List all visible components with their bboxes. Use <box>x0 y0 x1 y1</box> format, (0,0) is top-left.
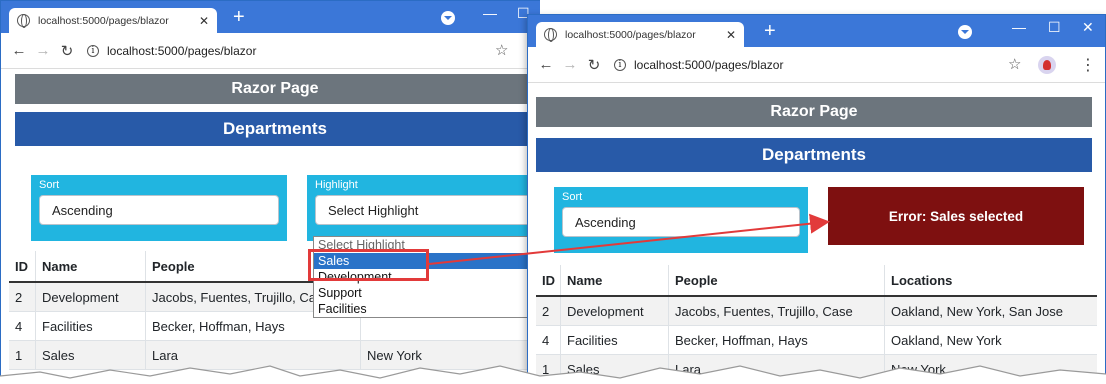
razor-page-header: Razor Page <box>536 97 1092 127</box>
cell-name: Sales <box>35 341 145 369</box>
info-icon[interactable]: i <box>87 44 99 57</box>
cell-locations: New York <box>360 341 540 369</box>
title-bar: localhost:5000/pages/blazor ✕ + — ☐ ✕ <box>528 15 1105 47</box>
dropdown-option[interactable]: Support <box>314 285 527 301</box>
profile-icon[interactable] <box>958 25 972 39</box>
globe-icon <box>17 14 30 28</box>
table-header-row: ID Name People Locations <box>536 265 1097 297</box>
maximize-icon[interactable]: ☐ <box>1048 19 1061 36</box>
cell-id: 2 <box>542 303 550 319</box>
callout-highlight-box <box>308 249 429 281</box>
arrow-left-icon[interactable]: ← <box>534 56 558 73</box>
url-text: localhost:5000/pages/blazor <box>634 57 784 72</box>
page-content: Razor Page Departments Sort Ascending Er… <box>528 83 1105 383</box>
cell-name: Development <box>560 297 668 325</box>
cell-name: Development <box>35 283 145 311</box>
cell-id: 2 <box>15 289 23 305</box>
close-tab-icon[interactable]: ✕ <box>726 28 736 42</box>
reload-icon[interactable]: ↻ <box>55 42 79 60</box>
minimize-icon[interactable]: — <box>483 5 497 21</box>
sort-panel: Sort Ascending <box>31 175 287 241</box>
column-header: Locations <box>884 265 1097 295</box>
highlight-label: Highlight <box>315 179 358 191</box>
column-header: Name <box>35 251 145 281</box>
title-bar: localhost:5000/pages/blazor ✕ + — ☐ <box>1 1 540 33</box>
sort-label: Sort <box>39 179 60 191</box>
tab-title: localhost:5000/pages/blazor <box>38 14 169 27</box>
new-tab-icon[interactable]: + <box>764 21 776 41</box>
reload-icon[interactable]: ↻ <box>582 56 606 74</box>
error-message: Error: Sales selected <box>828 187 1084 245</box>
cell-name: Facilities <box>560 326 668 354</box>
star-icon[interactable]: ☆ <box>1008 55 1021 73</box>
table-row: 1 Sales Lara New York <box>9 341 540 370</box>
address-bar[interactable]: i localhost:5000/pages/blazor <box>614 58 783 72</box>
cell-name: Facilities <box>35 312 145 340</box>
extension-icon[interactable] <box>1038 56 1056 74</box>
cell-people: Lara <box>145 341 360 369</box>
minimize-icon[interactable]: — <box>1012 19 1026 35</box>
departments-table: ID Name People Locations 2 Development J… <box>536 265 1097 383</box>
info-icon[interactable]: i <box>614 58 626 71</box>
cell-people: Lara <box>668 355 884 383</box>
sort-label: Sort <box>562 191 583 203</box>
browser-tab[interactable]: localhost:5000/pages/blazor ✕ <box>9 8 217 33</box>
arrow-right-icon[interactable]: → <box>558 56 582 73</box>
dropdown-option[interactable]: Facilities <box>314 301 527 317</box>
arrow-left-icon[interactable]: ← <box>7 42 31 59</box>
cell-people: Becker, Hoffman, Hays <box>668 326 884 354</box>
cell-id: 1 <box>15 347 23 363</box>
highlight-panel: Highlight Select Highlight <box>307 175 540 241</box>
browser-window-left: localhost:5000/pages/blazor ✕ + — ☐ ← → … <box>0 0 540 384</box>
address-toolbar: ← → ↻ i localhost:5000/pages/blazor ☆ <box>1 33 540 69</box>
tab-title: localhost:5000/pages/blazor <box>565 28 696 41</box>
cell-id: 4 <box>542 332 550 348</box>
profile-icon[interactable] <box>441 11 455 25</box>
highlight-select[interactable]: Select Highlight <box>315 195 540 225</box>
address-toolbar: ← → ↻ i localhost:5000/pages/blazor ☆ ⋮ <box>528 47 1105 83</box>
cell-locations: Oakland, New York, San Jose <box>884 297 1097 325</box>
globe-icon <box>544 28 557 42</box>
cell-people: Jacobs, Fuentes, Trujillo, Case <box>668 297 884 325</box>
razor-page-header: Razor Page <box>15 74 535 104</box>
browser-tab[interactable]: localhost:5000/pages/blazor ✕ <box>536 22 744 47</box>
kebab-menu-icon[interactable]: ⋮ <box>1080 55 1096 75</box>
cell-locations: New York <box>884 355 1097 383</box>
star-icon[interactable]: ☆ <box>495 41 508 59</box>
cell-name: Sales <box>560 355 668 383</box>
table-row: 2 Development Jacobs, Fuentes, Trujillo,… <box>536 297 1097 326</box>
sort-select[interactable]: Ascending <box>562 207 800 237</box>
column-header: ID <box>15 258 28 274</box>
cell-id: 4 <box>15 318 23 334</box>
address-bar[interactable]: i localhost:5000/pages/blazor <box>87 44 256 58</box>
sort-panel: Sort Ascending <box>554 187 808 253</box>
close-tab-icon[interactable]: ✕ <box>199 14 209 28</box>
sort-select[interactable]: Ascending <box>39 195 279 225</box>
arrow-right-icon[interactable]: → <box>31 42 55 59</box>
table-row: 4 Facilities Becker, Hoffman, Hays Oakla… <box>536 326 1097 355</box>
table-row: 1 Sales Lara New York <box>536 355 1097 383</box>
browser-window-right: localhost:5000/pages/blazor ✕ + — ☐ ✕ ← … <box>527 14 1106 384</box>
departments-header: Departments <box>15 112 535 146</box>
column-header: ID <box>542 272 555 288</box>
column-header: Name <box>560 265 668 295</box>
departments-header: Departments <box>536 138 1092 172</box>
column-header: People <box>668 265 884 295</box>
url-text: localhost:5000/pages/blazor <box>107 43 257 58</box>
close-window-icon[interactable]: ✕ <box>1082 19 1094 36</box>
cell-locations: Oakland, New York <box>884 326 1097 354</box>
new-tab-icon[interactable]: + <box>233 7 245 27</box>
page-content: Razor Page Departments Sort Ascending Hi… <box>1 69 540 383</box>
cell-id: 1 <box>542 361 550 377</box>
